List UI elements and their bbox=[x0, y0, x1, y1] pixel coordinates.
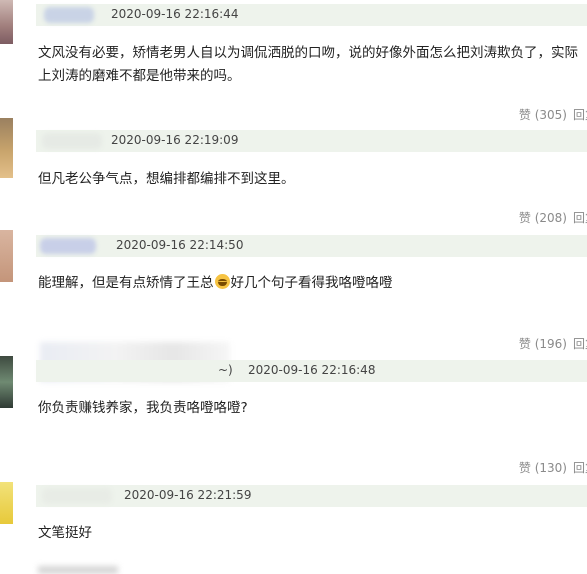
like-button[interactable]: 赞 (130) bbox=[519, 459, 567, 476]
comment-item: ~) 2020-09-16 22:16:48 你负责赚钱养家，我负责咯噔咯噔? … bbox=[0, 342, 587, 481]
comment-text-line: 文风没有必要，矫情老男人自以为调侃洒脱的口吻，说的好像外面怎么把刘涛欺负了，实际 bbox=[38, 45, 578, 61]
comment-timestamp: 2020-09-16 22:16:44 bbox=[111, 7, 239, 21]
comment-text: 但凡老公争气点，想编排都编排不到这里。 bbox=[38, 168, 587, 191]
reply-button[interactable]: 回复 bbox=[573, 459, 587, 476]
comment-header: 2020-09-16 22:19:09 bbox=[36, 130, 587, 152]
comment-text-line: 文笔挺好 bbox=[38, 525, 92, 541]
comment-text-segment: 能理解，但是有点矫情了王总 bbox=[38, 275, 214, 291]
comment-item: 2020-09-16 22:16:44 文风没有必要，矫情老男人自以为调侃洒脱的… bbox=[0, 0, 587, 130]
cutoff-next-comment bbox=[38, 566, 118, 574]
comment-actions: 赞 (130) 回复 bbox=[519, 459, 587, 476]
comment-item: 2020-09-16 22:14:50 能理解，但是有点矫情了王总 好几个句子看得… bbox=[0, 230, 587, 355]
comment-text-segment: 好几个句子看得我咯噔咯噔 bbox=[230, 275, 393, 291]
comment-text-line: 但凡老公争气点，想编排都编排不到这里。 bbox=[38, 171, 295, 187]
comment-actions: 赞 (208) 回复 bbox=[519, 209, 587, 226]
comment-text: 你负责赚钱养家，我负责咯噔咯噔? bbox=[38, 397, 587, 420]
comment-timestamp: 2020-09-16 22:19:09 bbox=[111, 133, 239, 147]
laughing-tears-emoji-icon bbox=[214, 274, 230, 289]
username-blurred[interactable] bbox=[42, 133, 102, 149]
reply-button[interactable]: 回复 bbox=[573, 209, 587, 226]
comment-text: 文风没有必要，矫情老男人自以为调侃洒脱的口吻，说的好像外面怎么把刘涛欺负了，实际… bbox=[38, 42, 587, 88]
comment-header: 2020-09-16 22:21:59 bbox=[36, 485, 587, 507]
comment-text-line: 能理解，但是有点矫情了王总 好几个句子看得我咯噔咯噔 bbox=[38, 272, 587, 295]
username-tail: ~) bbox=[218, 363, 233, 377]
like-button[interactable]: 赞 (208) bbox=[519, 209, 567, 226]
reply-button[interactable]: 回复 bbox=[573, 335, 587, 352]
username-blurred[interactable] bbox=[40, 238, 96, 254]
comment-item: 2020-09-16 22:19:09 但凡老公争气点，想编排都编排不到这里。 … bbox=[0, 118, 587, 233]
comment-text: 文笔挺好 bbox=[38, 522, 587, 545]
user-avatar[interactable] bbox=[0, 118, 13, 178]
username-blurred[interactable] bbox=[44, 7, 94, 23]
comment-actions: 赞 (196) 回复 bbox=[519, 335, 587, 352]
comment-text-line: 上刘涛的磨难不都是他带来的吗。 bbox=[38, 68, 241, 84]
like-button[interactable]: 赞 (196) bbox=[519, 335, 567, 352]
user-avatar[interactable] bbox=[0, 356, 13, 408]
comment-item: 2020-09-16 22:21:59 文笔挺好 bbox=[0, 480, 587, 574]
comment-text-line: 你负责赚钱养家，我负责咯噔咯噔? bbox=[38, 400, 248, 416]
comment-text: 能理解，但是有点矫情了王总 好几个句子看得我咯噔咯噔 bbox=[38, 272, 587, 295]
comment-header: ~) 2020-09-16 22:16:48 bbox=[36, 360, 587, 382]
user-avatar[interactable] bbox=[0, 482, 13, 524]
user-avatar[interactable] bbox=[0, 0, 13, 44]
user-avatar[interactable] bbox=[0, 230, 13, 282]
username-blurred[interactable] bbox=[42, 488, 112, 504]
comment-timestamp: 2020-09-16 22:16:48 bbox=[248, 363, 376, 377]
comment-timestamp: 2020-09-16 22:21:59 bbox=[124, 488, 252, 502]
comment-header: 2020-09-16 22:16:44 bbox=[36, 4, 587, 26]
comment-header: 2020-09-16 22:14:50 bbox=[36, 235, 587, 257]
comment-timestamp: 2020-09-16 22:14:50 bbox=[116, 238, 244, 252]
